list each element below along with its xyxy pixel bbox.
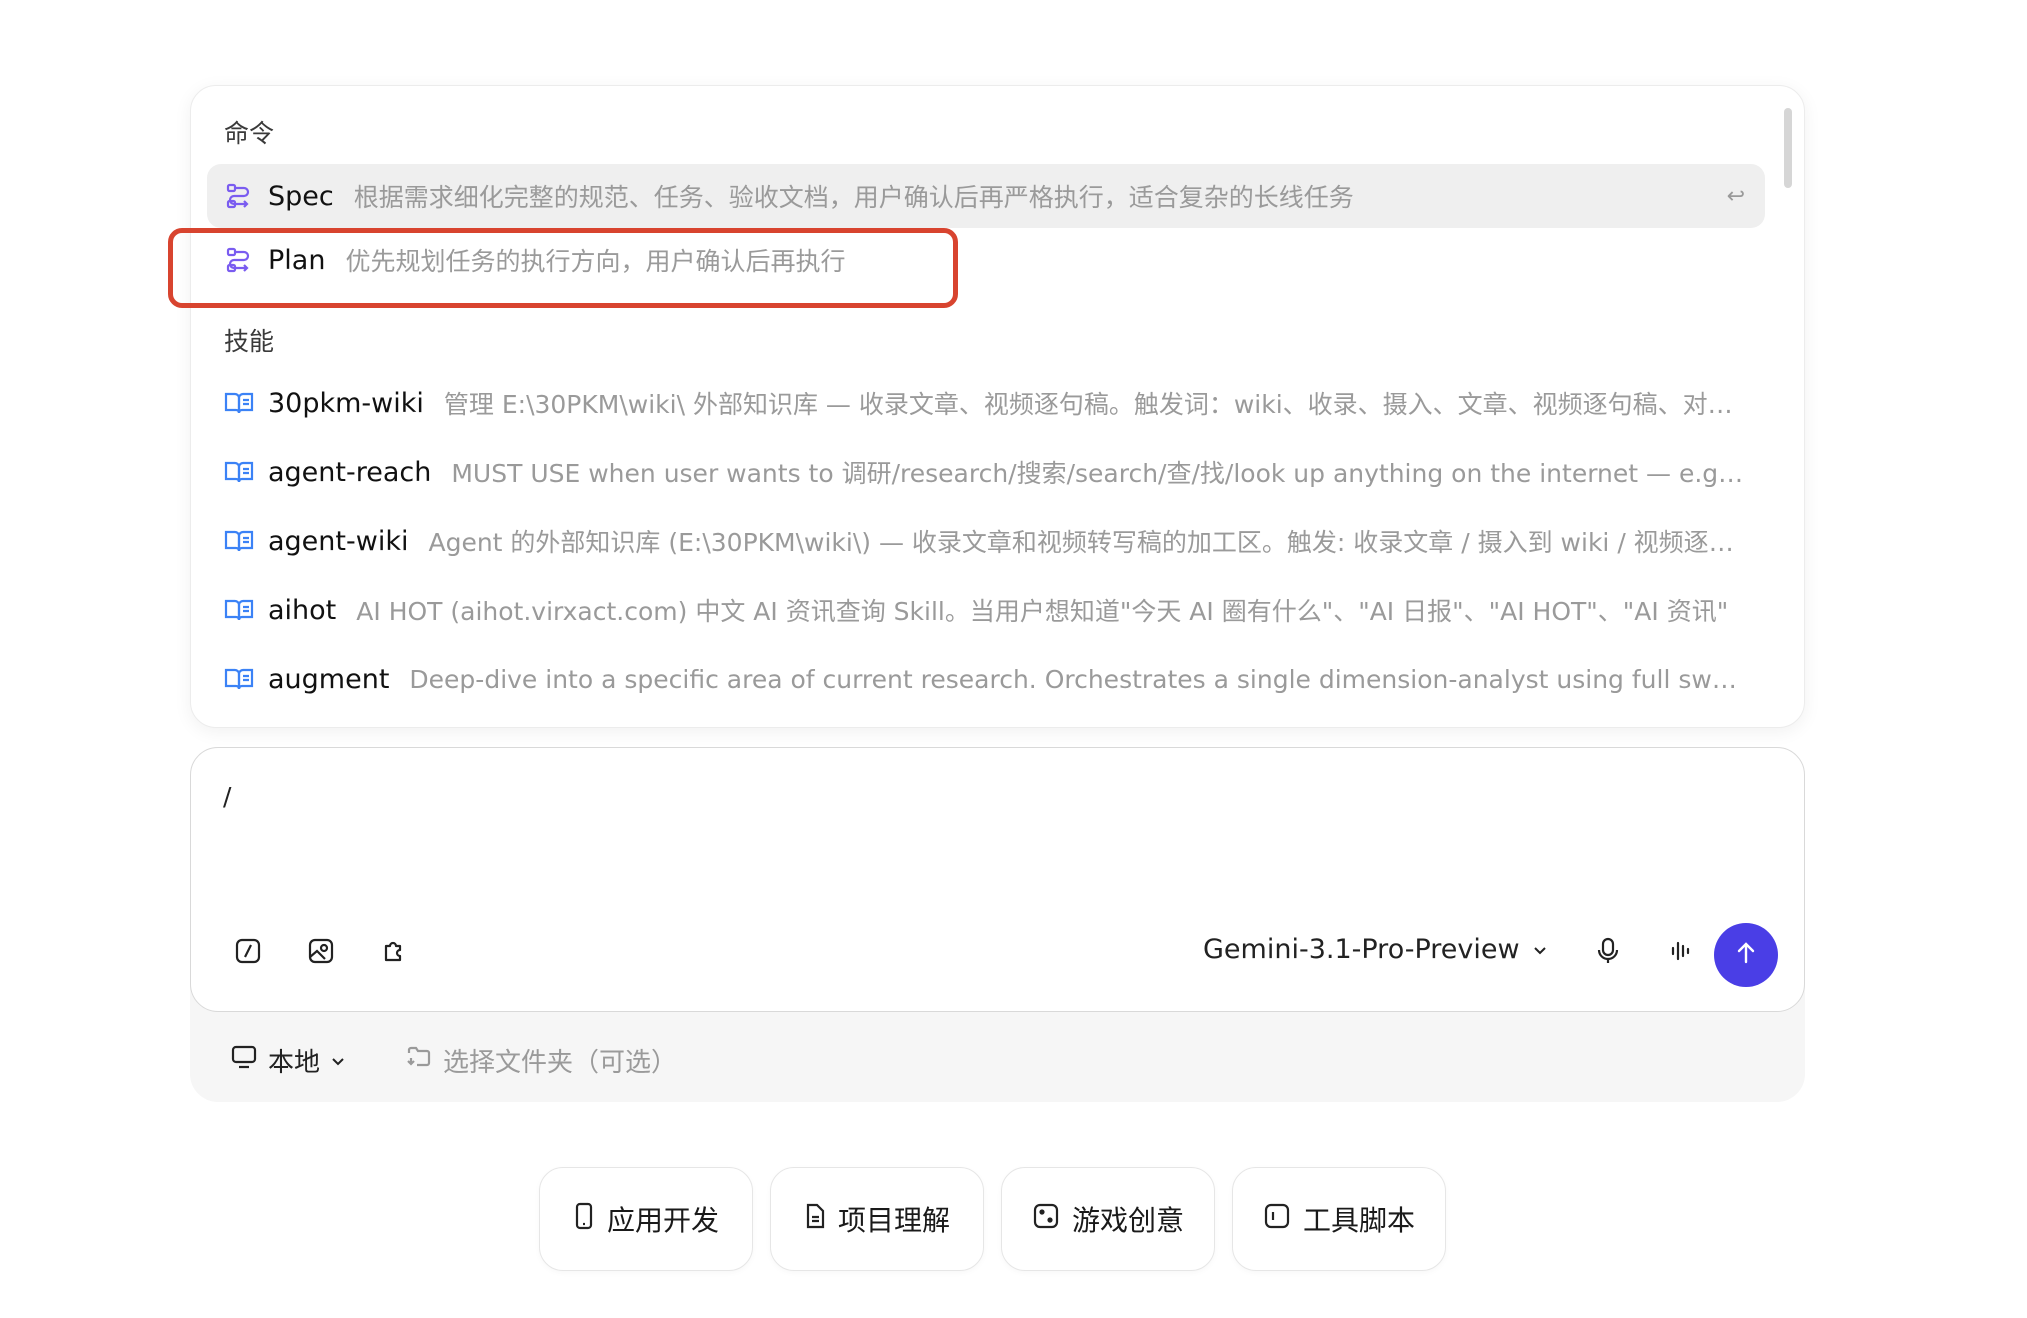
environment-selector[interactable]: 本地 [230, 1042, 346, 1079]
command-item-spec[interactable]: Spec 根据需求细化完整的规范、任务、验收文档，用户确认后再严格执行，适合复杂… [207, 164, 1765, 228]
script-icon [1263, 1202, 1291, 1237]
search-input[interactable] [223, 776, 1763, 816]
skill-description: Agent 的外部知识库 (E:\30PKM\wiki\) — 收录文章和视频转… [428, 528, 1745, 557]
book-icon [224, 664, 254, 694]
skill-description: AI HOT (aihot.virxact.com) 中文 AI 资讯查询 Sk… [356, 597, 1729, 626]
voice-mode-button[interactable] [1661, 933, 1701, 973]
skill-name: 30pkm-wiki [268, 387, 424, 419]
skill-item-30pkm-wiki[interactable]: 30pkm-wiki 管理 E:\30PKM\wiki\ 外部知识库 — 收录文… [207, 371, 1765, 435]
command-description: 优先规划任务的执行方向，用户确认后再执行 [345, 247, 846, 276]
chip-label: 项目理解 [837, 1204, 950, 1237]
image-button[interactable] [301, 933, 341, 973]
document-icon [804, 1202, 826, 1237]
model-selector[interactable]: Gemini-3.1-Pro-Preview [1203, 934, 1548, 965]
phone-icon [573, 1202, 595, 1237]
skill-item-agent-reach[interactable]: agent-reach MUST USE when user wants to … [207, 440, 1765, 504]
command-name: Plan [268, 244, 326, 276]
chip-label: 游戏创意 [1071, 1204, 1184, 1237]
book-icon [224, 388, 254, 418]
environment-label: 本地 [268, 1048, 321, 1078]
command-item-plan[interactable]: Plan 优先规划任务的执行方向，用户确认后再执行 [207, 228, 1765, 292]
chip-project-understanding[interactable]: 项目理解 [770, 1167, 984, 1271]
book-icon [224, 595, 254, 625]
book-icon [224, 457, 254, 487]
send-button[interactable] [1714, 923, 1778, 987]
plugin-button[interactable] [374, 933, 414, 973]
chevron-down-icon [1532, 934, 1548, 965]
app-stage: 命令 Spec 根据需求细化完整的规范、任务、验收文档，用户确认后再严格执行，适… [0, 0, 2027, 1318]
chip-game-idea[interactable]: 游戏创意 [1001, 1167, 1215, 1271]
popup-scrollbar[interactable] [1784, 108, 1792, 188]
skill-description: MUST USE when user wants to 调研/research/… [451, 459, 1745, 488]
chip-app-dev[interactable]: 应用开发 [539, 1167, 753, 1271]
arrow-up-icon [1733, 940, 1759, 970]
model-name: Gemini-3.1-Pro-Preview [1203, 934, 1520, 965]
workflow-icon [224, 181, 254, 211]
command-name: Spec [268, 180, 334, 212]
microphone-button[interactable] [1588, 933, 1628, 973]
skill-name: aihot [268, 594, 337, 626]
folder-selector[interactable]: 选择文件夹（可选） [405, 1042, 677, 1079]
chip-label: 应用开发 [606, 1204, 719, 1237]
skill-name: agent-reach [268, 456, 432, 488]
monitor-icon [230, 1044, 258, 1077]
commands-section-title: 命令 [224, 119, 275, 148]
slash-command-button[interactable] [228, 933, 268, 973]
slash-command-icon [234, 937, 262, 969]
microphone-icon [1595, 937, 1621, 969]
chevron-down-icon [330, 1046, 346, 1076]
workflow-icon [224, 245, 254, 275]
composer-input-box: Gemini-3.1-Pro-Preview [190, 747, 1805, 1012]
command-description: 根据需求细化完整的规范、任务、验收文档，用户确认后再严格执行，适合复杂的长线任务 [353, 183, 1354, 212]
enter-key-icon: ↩ [1726, 183, 1745, 209]
skills-section-title: 技能 [224, 327, 275, 356]
composer: Gemini-3.1-Pro-Preview [190, 747, 1805, 1102]
skill-name: augment [268, 663, 390, 695]
puzzle-icon [380, 937, 408, 969]
skill-name: agent-wiki [268, 525, 409, 557]
waveform-icon [1667, 937, 1695, 969]
command-popup: 命令 Spec 根据需求细化完整的规范、任务、验收文档，用户确认后再严格执行，适… [190, 85, 1805, 728]
skill-item-augment[interactable]: augment Deep-dive into a specific area o… [207, 647, 1765, 711]
skill-description: 管理 E:\30PKM\wiki\ 外部知识库 — 收录文章、视频逐句稿。触发词… [443, 390, 1745, 419]
book-icon [224, 526, 254, 556]
chip-label: 工具脚本 [1302, 1204, 1415, 1237]
skill-item-agent-wiki[interactable]: agent-wiki Agent 的外部知识库 (E:\30PKM\wiki\)… [207, 509, 1765, 573]
skill-description: Deep-dive into a specific area of curren… [409, 664, 1745, 694]
folder-label: 选择文件夹（可选） [443, 1048, 678, 1078]
chip-tool-script[interactable]: 工具脚本 [1232, 1167, 1446, 1271]
image-icon [307, 937, 335, 969]
folder-sync-icon [405, 1044, 433, 1077]
skill-item-aihot[interactable]: aihot AI HOT (aihot.virxact.com) 中文 AI 资… [207, 578, 1765, 642]
dice-icon [1032, 1202, 1060, 1237]
